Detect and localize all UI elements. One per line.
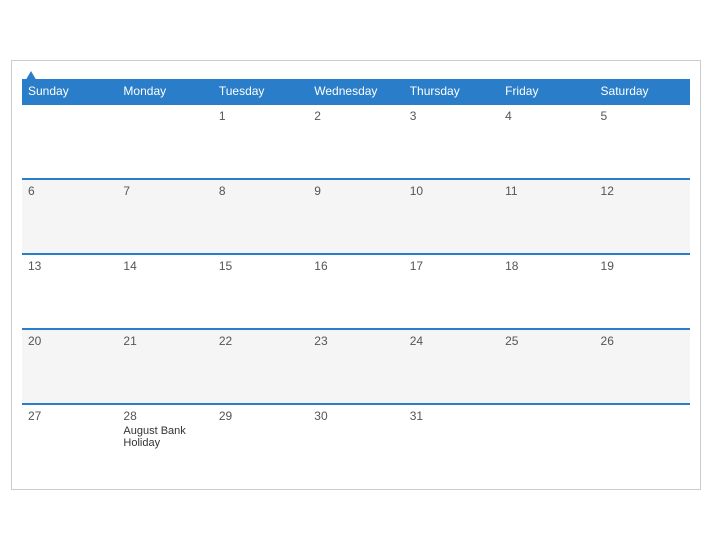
day-number: 28 [123, 409, 206, 423]
day-number: 16 [314, 259, 397, 273]
day-number: 6 [28, 184, 111, 198]
day-number: 30 [314, 409, 397, 423]
weekday-header-cell: Monday [117, 79, 212, 104]
calendar-day-cell: 8 [213, 179, 308, 254]
calendar-day-cell: 7 [117, 179, 212, 254]
calendar-day-cell: 26 [595, 329, 690, 404]
day-number: 23 [314, 334, 397, 348]
calendar-day-cell: 11 [499, 179, 594, 254]
calendar-day-cell [22, 104, 117, 179]
day-number: 25 [505, 334, 588, 348]
calendar-day-cell: 6 [22, 179, 117, 254]
day-number: 5 [601, 109, 684, 123]
calendar-day-cell: 21 [117, 329, 212, 404]
weekday-header-cell: Saturday [595, 79, 690, 104]
day-number: 19 [601, 259, 684, 273]
calendar-day-cell: 27 [22, 404, 117, 479]
calendar-day-cell: 1 [213, 104, 308, 179]
calendar-table: SundayMondayTuesdayWednesdayThursdayFrid… [22, 79, 690, 479]
day-number: 26 [601, 334, 684, 348]
day-number: 9 [314, 184, 397, 198]
day-number: 20 [28, 334, 111, 348]
day-number: 1 [219, 109, 302, 123]
calendar-day-cell: 30 [308, 404, 403, 479]
calendar-day-cell: 2 [308, 104, 403, 179]
calendar-day-cell [117, 104, 212, 179]
day-number: 21 [123, 334, 206, 348]
day-number: 10 [410, 184, 493, 198]
calendar-day-cell: 18 [499, 254, 594, 329]
calendar-day-cell: 10 [404, 179, 499, 254]
logo [22, 71, 38, 83]
calendar-day-cell: 3 [404, 104, 499, 179]
calendar-day-cell: 24 [404, 329, 499, 404]
calendar-day-cell: 20 [22, 329, 117, 404]
calendar-day-cell [595, 404, 690, 479]
calendar-week-row: 6789 10 11 12 [22, 179, 690, 254]
calendar-week-row: 13 14 15 16 17 18 19 [22, 254, 690, 329]
calendar-day-cell: 4 [499, 104, 594, 179]
calendar-week-row: 27 28 August Bank Holiday 29 30 31 [22, 404, 690, 479]
day-number: 18 [505, 259, 588, 273]
day-number: 31 [410, 409, 493, 423]
calendar-day-cell: 31 [404, 404, 499, 479]
day-number: 11 [505, 184, 588, 198]
calendar-day-cell: 9 [308, 179, 403, 254]
logo-triangle-icon [24, 71, 38, 83]
calendar-day-cell: 19 [595, 254, 690, 329]
day-number: 13 [28, 259, 111, 273]
weekday-header-cell: Tuesday [213, 79, 308, 104]
day-number: 3 [410, 109, 493, 123]
calendar-day-cell: 28 August Bank Holiday [117, 404, 212, 479]
day-number: 12 [601, 184, 684, 198]
calendar-week-row: 20 21 22 23 24 25 26 [22, 329, 690, 404]
calendar-day-cell: 13 [22, 254, 117, 329]
calendar-day-cell: 12 [595, 179, 690, 254]
calendar-day-cell: 23 [308, 329, 403, 404]
event-label: August Bank Holiday [123, 425, 206, 449]
calendar-day-cell: 22 [213, 329, 308, 404]
day-number: 22 [219, 334, 302, 348]
day-number: 29 [219, 409, 302, 423]
weekday-header-cell: Wednesday [308, 79, 403, 104]
day-number: 17 [410, 259, 493, 273]
calendar-day-cell: 15 [213, 254, 308, 329]
day-number: 8 [219, 184, 302, 198]
weekday-header-cell: Friday [499, 79, 594, 104]
day-number: 14 [123, 259, 206, 273]
day-number: 24 [410, 334, 493, 348]
day-number: 4 [505, 109, 588, 123]
calendar-day-cell: 29 [213, 404, 308, 479]
calendar-day-cell: 17 [404, 254, 499, 329]
day-number: 27 [28, 409, 111, 423]
calendar-day-cell: 25 [499, 329, 594, 404]
calendar-day-cell [499, 404, 594, 479]
weekday-header-row: SundayMondayTuesdayWednesdayThursdayFrid… [22, 79, 690, 104]
calendar: SundayMondayTuesdayWednesdayThursdayFrid… [11, 60, 701, 490]
day-number: 2 [314, 109, 397, 123]
calendar-day-cell: 16 [308, 254, 403, 329]
day-number: 7 [123, 184, 206, 198]
weekday-header-cell: Thursday [404, 79, 499, 104]
calendar-week-row: 12345 [22, 104, 690, 179]
calendar-day-cell: 14 [117, 254, 212, 329]
calendar-day-cell: 5 [595, 104, 690, 179]
day-number: 15 [219, 259, 302, 273]
